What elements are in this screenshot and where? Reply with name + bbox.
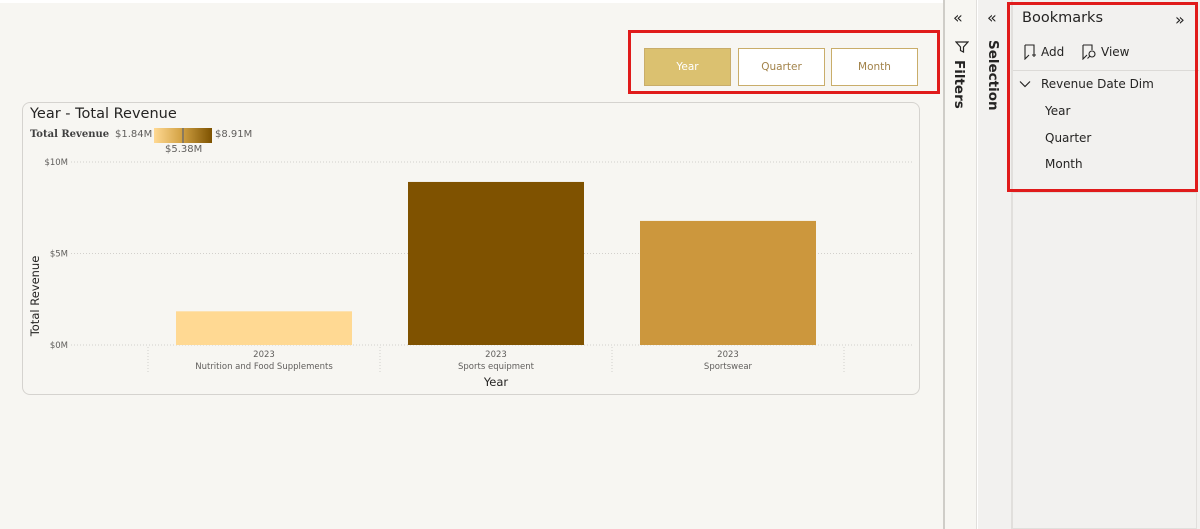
bookmark-item-month[interactable]: Month [1045, 157, 1083, 171]
bookmark-group-revenue-date-dim[interactable]: Revenue Date Dim [1019, 77, 1154, 91]
x-tick-year-label: 2023 [717, 350, 739, 360]
view-bookmark-label: View [1101, 45, 1130, 59]
bookmark-view-icon [1082, 44, 1096, 60]
bookmarks-pane-empty-area [1012, 192, 1197, 529]
bar-sportswear[interactable] [640, 220, 816, 345]
slicer-button-month[interactable]: Month [831, 48, 918, 86]
chart-plot: $0M $5M $10M 2023 Nutrition and Food Supplem… [28, 158, 913, 389]
y-tick-label: $0M [50, 341, 68, 351]
x-tick-category-label: Sports equipment [458, 362, 535, 372]
bar-sports-equipment[interactable] [408, 181, 584, 345]
bookmarks-title: Bookmarks [1022, 10, 1104, 26]
bookmark-item-year[interactable]: Year [1045, 104, 1070, 118]
x-tick-category-label: Nutrition and Food Supplements [195, 362, 333, 372]
bookmark-item-quarter[interactable]: Quarter [1045, 131, 1091, 145]
collapse-bookmarks-icon[interactable]: » [1175, 10, 1185, 29]
slicer-highlight-frame: Year Quarter Month [628, 30, 940, 94]
slicer-button-year[interactable]: Year [644, 48, 731, 86]
chevron-down-icon [1019, 81, 1031, 88]
slicer-button-quarter[interactable]: Quarter [738, 48, 825, 86]
y-axis-title: Total Revenue [28, 256, 42, 338]
filters-pane-collapsed[interactable]: « Filters [945, 0, 977, 529]
view-bookmark-button[interactable]: View [1081, 44, 1129, 60]
x-axis-title: Year [483, 375, 509, 389]
y-tick-label: $10M [44, 158, 68, 168]
expand-selection-icon[interactable]: « [987, 10, 997, 26]
filters-label[interactable]: Filters [951, 60, 967, 109]
bookmark-add-icon [1024, 44, 1036, 60]
bookmark-group-label: Revenue Date Dim [1041, 77, 1154, 91]
x-tick-year-label: 2023 [253, 350, 275, 360]
y-tick-label: $5M [50, 250, 68, 260]
x-tick-year-label: 2023 [485, 350, 507, 360]
filter-icon [955, 41, 969, 53]
bar-nutrition-and-food-supplements[interactable] [176, 311, 352, 345]
add-bookmark-label: Add [1041, 45, 1065, 59]
x-tick-category-label: Sportswear [704, 362, 753, 372]
expand-filters-icon[interactable]: « [953, 10, 963, 26]
selection-pane-collapsed[interactable]: « Selection [978, 0, 1012, 529]
add-bookmark-button[interactable]: Add [1023, 44, 1064, 60]
selection-label[interactable]: Selection [985, 40, 1001, 111]
bookmarks-separator [1013, 70, 1199, 71]
bar-chart-visual[interactable]: Year - Total Revenue Total Revenue $1.84… [22, 102, 920, 395]
